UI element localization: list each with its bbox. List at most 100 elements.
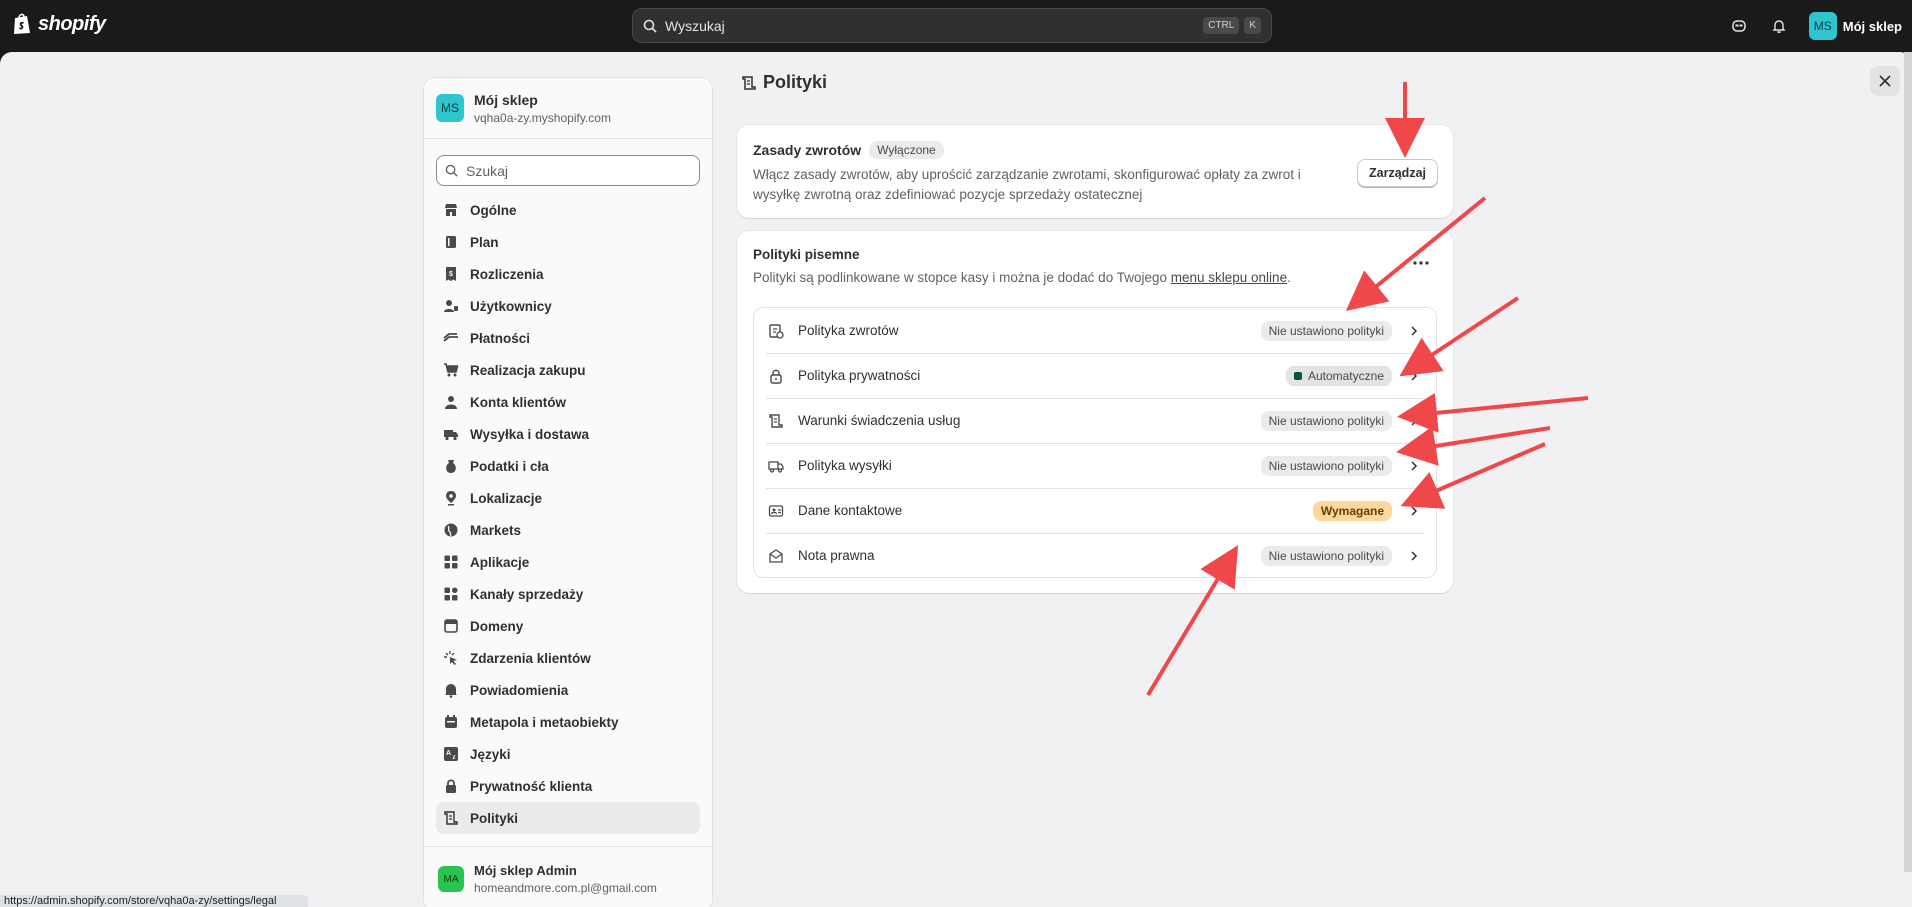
- written-policies-card: Polityki pisemne Polityki są podlinkowan…: [737, 231, 1453, 593]
- policy-label: Polityka zwrotów: [798, 323, 899, 338]
- sidebar-item-notifications[interactable]: Powiadomienia: [436, 674, 700, 706]
- sidebar-item-customer-accounts[interactable]: Konta klientów: [436, 386, 700, 418]
- chevron-right-icon: [1404, 546, 1424, 566]
- global-search-bar[interactable]: Wyszukaj CTRL K: [632, 8, 1272, 43]
- sidebar-item-label: Ogólne: [470, 202, 517, 218]
- written-policies-title: Polityki pisemne: [753, 247, 860, 262]
- sidebar-item-label: Prywatność klienta: [470, 778, 593, 794]
- return-rules-title: Zasady zwrotów: [753, 142, 862, 158]
- account-footer[interactable]: MA Mój sklep Admin homeandmore.com.pl@gm…: [424, 846, 712, 907]
- users-icon: [442, 297, 460, 315]
- online-store-menu-link[interactable]: menu sklepu online: [1171, 270, 1287, 285]
- sidebar-item-label: Kanały sprzedaży: [470, 586, 584, 602]
- scrollbar[interactable]: [1904, 52, 1912, 872]
- store-name: Mój sklep: [474, 91, 538, 108]
- contact-card-icon: [766, 501, 786, 521]
- apps-icon: [442, 553, 460, 571]
- sidebar-item-label: Użytkownicy: [470, 298, 552, 314]
- store-avatar: MS: [1808, 12, 1837, 40]
- policy-icon: [442, 809, 460, 827]
- sidekick-icon[interactable]: [1729, 16, 1749, 36]
- logo-text: shopify: [38, 12, 106, 35]
- settings-search-input[interactable]: Szukaj: [436, 155, 700, 186]
- lock-icon: [442, 777, 460, 795]
- shortcut-ctrl-key: CTRL: [1203, 17, 1240, 34]
- sidebar-item-metafields[interactable]: Metapola i metaobiekty: [436, 706, 700, 738]
- search-icon: [643, 19, 657, 33]
- policy-status-text: Automatyczne: [1307, 368, 1384, 383]
- search-placeholder: Wyszukaj: [665, 17, 725, 34]
- sidebar-item-checkout[interactable]: Realizacja zakupu: [436, 354, 700, 386]
- policy-status-badge: Nie ustawiono polityki: [1260, 545, 1392, 566]
- terms-icon: [766, 411, 786, 431]
- status-dot: [1293, 371, 1302, 380]
- description-text: Polityki są podlinkowane w stopce kasy i…: [753, 270, 1171, 285]
- sidebar-item-taxes[interactable]: Podatki i cła: [436, 450, 700, 482]
- chevron-right-icon: [1404, 321, 1424, 341]
- shopify-logo[interactable]: shopify: [12, 12, 106, 36]
- chevron-right-icon: [1404, 366, 1424, 386]
- policy-status-badge: Nie ustawiono polityki: [1260, 455, 1392, 476]
- sidebar-item-sales-channels[interactable]: Kanały sprzedaży: [436, 578, 700, 610]
- policy-status-badge: Wymagane: [1312, 500, 1392, 521]
- return-rules-description: Włącz zasady zwrotów, aby uprościć zarzą…: [753, 167, 1301, 202]
- policy-status-badge: Nie ustawiono polityki: [1260, 410, 1392, 431]
- metafields-icon: [442, 713, 460, 731]
- store-menu-button[interactable]: MS Mój sklep: [1808, 12, 1902, 40]
- policy-list: Polityka zwrotów Nie ustawiono polityki …: [753, 307, 1437, 578]
- manage-button[interactable]: Zarządzaj: [1357, 159, 1438, 187]
- sidebar-item-users[interactable]: Użytkownicy: [436, 290, 700, 322]
- page-title-text: Polityki: [763, 72, 828, 92]
- notifications-bell-icon[interactable]: [1769, 16, 1789, 36]
- sidebar-item-policies[interactable]: Polityki: [436, 802, 700, 834]
- more-actions-button[interactable]: [1409, 253, 1433, 273]
- sidebar-item-shipping[interactable]: Wysyłka i dostawa: [436, 418, 700, 450]
- policy-row-shipping[interactable]: Polityka wysyłki Nie ustawiono polityki: [754, 443, 1436, 488]
- policy-label: Polityka wysyłki: [798, 458, 892, 473]
- policy-row-contact[interactable]: Dane kontaktowe Wymagane: [754, 488, 1436, 533]
- sidebar-item-customer-privacy[interactable]: Prywatność klienta: [436, 770, 700, 802]
- store-name: Mój sklep: [1842, 18, 1902, 34]
- account-email: homeandmore.com.pl@gmail.com: [474, 881, 657, 895]
- description-suffix: .: [1287, 270, 1291, 285]
- truck-icon: [442, 425, 460, 443]
- chevron-right-icon: [1404, 456, 1424, 476]
- sidebar-item-plan[interactable]: Plan: [436, 226, 700, 258]
- events-icon: [442, 649, 460, 667]
- domain-icon: [442, 617, 460, 635]
- policy-row-privacy[interactable]: Polityka prywatności Automatyczne: [754, 353, 1436, 398]
- sidebar-item-customer-events[interactable]: Zdarzenia klientów: [436, 642, 700, 674]
- sidebar-item-label: Realizacja zakupu: [470, 362, 586, 378]
- sidebar-item-payments[interactable]: Płatności: [436, 322, 700, 354]
- sidebar-item-apps[interactable]: Aplikacje: [436, 546, 700, 578]
- policy-row-terms[interactable]: Warunki świadczenia usług Nie ustawiono …: [754, 398, 1436, 443]
- sidebar-item-label: Rozliczenia: [470, 266, 544, 282]
- sidebar-item-general[interactable]: Ogólne: [436, 194, 700, 226]
- sidebar-item-billing[interactable]: $ Rozliczenia: [436, 258, 700, 290]
- store-header[interactable]: MS Mój sklep vqha0a-zy.myshopify.com: [424, 78, 712, 139]
- policy-label: Dane kontaktowe: [798, 503, 903, 518]
- chevron-right-icon: [1404, 411, 1424, 431]
- sidebar-item-label: Lokalizacje: [470, 490, 543, 506]
- account-avatar: MA: [438, 866, 464, 892]
- sidebar-item-label: Markets: [470, 522, 522, 538]
- close-button[interactable]: [1870, 66, 1900, 96]
- person-icon: [442, 393, 460, 411]
- settings-sidebar: MS Mój sklep vqha0a-zy.myshopify.com Szu…: [423, 77, 713, 907]
- policy-row-legal-notice[interactable]: Nota prawna Nie ustawiono polityki: [754, 533, 1436, 578]
- close-icon: [1879, 75, 1891, 87]
- sidebar-item-label: Domeny: [470, 618, 524, 634]
- sidebar-item-locations[interactable]: Lokalizacje: [436, 482, 700, 514]
- policy-icon: [742, 75, 756, 90]
- lock-icon: [766, 366, 786, 386]
- policy-label: Nota prawna: [798, 548, 875, 563]
- sidebar-item-markets[interactable]: Markets: [436, 514, 700, 546]
- bell-icon: [442, 681, 460, 699]
- sidebar-item-label: Aplikacje: [470, 554, 530, 570]
- policy-row-refund[interactable]: Polityka zwrotów Nie ustawiono polityki: [754, 308, 1436, 353]
- sidebar-item-languages[interactable]: Az Języki: [436, 738, 700, 770]
- channels-icon: [442, 585, 460, 603]
- policy-label: Warunki świadczenia usług: [798, 413, 961, 428]
- sidebar-item-label: Powiadomienia: [470, 682, 569, 698]
- sidebar-item-domains[interactable]: Domeny: [436, 610, 700, 642]
